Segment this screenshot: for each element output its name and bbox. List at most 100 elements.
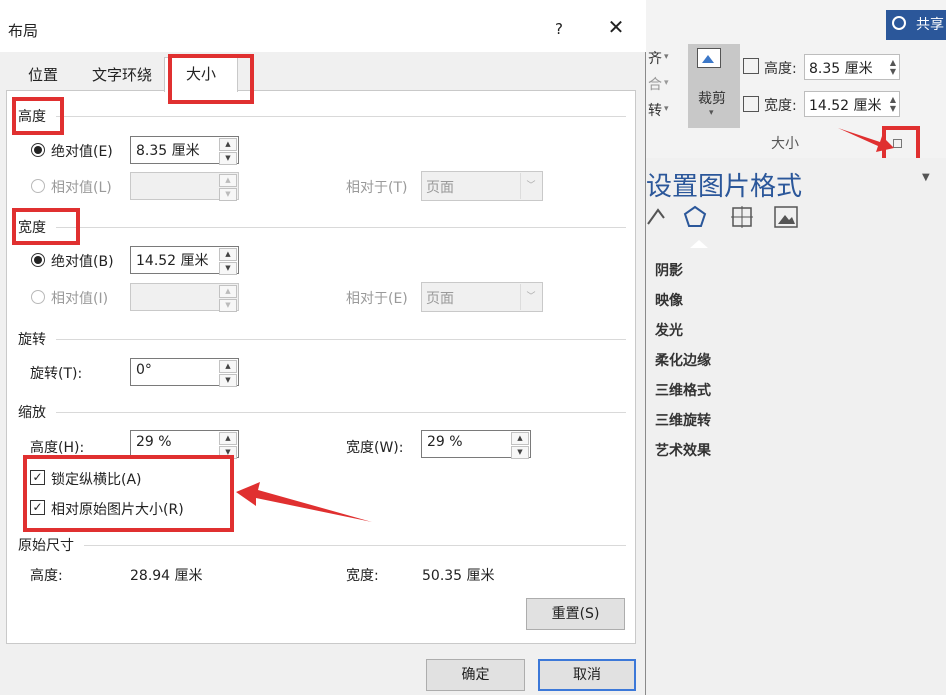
- pane-item-glow[interactable]: 发光: [655, 320, 683, 340]
- pane-item-3d-rotation[interactable]: 三维旋转: [655, 410, 711, 430]
- width-relative-radio[interactable]: [31, 290, 45, 304]
- original-size-section-title: 原始尺寸: [18, 538, 74, 554]
- width-absolute-label: 绝对值(B): [51, 254, 114, 270]
- spinner-arrows-icon: ▲ ▼: [889, 58, 896, 76]
- scale-height-input[interactable]: 29 % ▲ ▼: [130, 430, 239, 459]
- spinner-arrows-icon[interactable]: ▲ ▼: [219, 248, 237, 275]
- reset-button[interactable]: 重置(S): [526, 598, 625, 630]
- width-relative-to-value: 页面: [426, 291, 454, 307]
- section-divider: [56, 339, 626, 340]
- shape-width-icon: [743, 96, 759, 112]
- tab-size-highlight-box: [168, 54, 254, 104]
- section-divider: [56, 116, 626, 117]
- ok-button[interactable]: 确定: [426, 659, 525, 691]
- height-relative-to-value: 页面: [426, 180, 454, 196]
- spinner-arrows-icon[interactable]: ▲ ▼: [219, 138, 237, 165]
- pane-item-soft-edges[interactable]: 柔化边缘: [655, 350, 711, 370]
- original-height-label: 高度:: [30, 568, 63, 584]
- width-absolute-value: 14.52 厘米: [136, 253, 209, 269]
- pane-options-icon[interactable]: ▼: [922, 172, 930, 183]
- effects-icon[interactable]: [682, 204, 708, 230]
- user-icon: [892, 16, 906, 30]
- original-height-value: 28.94 厘米: [130, 568, 203, 584]
- ribbon-height-value: 8.35 厘米: [809, 61, 873, 77]
- ribbon-group-label: 大小: [771, 136, 799, 152]
- pane-item-artistic-effects[interactable]: 艺术效果: [655, 440, 711, 460]
- cancel-button[interactable]: 取消: [538, 659, 636, 691]
- height-absolute-value: 8.35 厘米: [136, 143, 200, 159]
- ribbon-fragment-group: 合: [648, 77, 662, 93]
- height-relative-radio[interactable]: [31, 179, 45, 193]
- chevron-down-icon: ﹀: [520, 284, 541, 310]
- shape-height-icon: [743, 58, 759, 74]
- height-absolute-label: 绝对值(E): [51, 144, 113, 160]
- dialog-title: 布局: [8, 22, 39, 40]
- scale-width-value: 29 %: [427, 434, 463, 450]
- section-divider: [56, 412, 626, 413]
- chevron-down-icon: ▾: [664, 104, 669, 114]
- height-section-highlight-box: [12, 97, 64, 135]
- height-relative-to-label: 相对于(T): [346, 180, 408, 196]
- height-relative-to-select[interactable]: 页面 ﹀: [421, 171, 543, 201]
- fill-line-icon[interactable]: [646, 204, 672, 230]
- ribbon-width-label: 宽度:: [764, 98, 797, 114]
- scale-height-value: 29 %: [136, 434, 172, 450]
- rotate-label: 旋转(T):: [30, 366, 83, 382]
- ribbon-fragment-align: 齐: [648, 51, 662, 67]
- tab-text-wrapping[interactable]: 文字环绕: [80, 60, 164, 91]
- chevron-down-icon: ▾: [664, 78, 669, 88]
- ribbon-height-input[interactable]: 8.35 厘米 ▲ ▼: [804, 54, 900, 80]
- height-absolute-input[interactable]: 8.35 厘米 ▲ ▼: [130, 136, 239, 165]
- width-relative-to-select[interactable]: 页面 ﹀: [421, 282, 543, 312]
- width-section-highlight-box: [12, 208, 80, 245]
- crop-label: 裁剪: [698, 91, 726, 107]
- spinner-arrows-icon: ▲ ▼: [889, 95, 896, 113]
- size-properties-icon[interactable]: [729, 204, 755, 230]
- share-label: 共享: [916, 17, 944, 33]
- height-relative-label: 相对值(L): [51, 180, 112, 196]
- spinner-arrows-icon: ▲ ▼: [219, 285, 237, 312]
- pane-title: 设置图片格式: [646, 172, 803, 202]
- chevron-down-icon: ﹀: [520, 173, 541, 199]
- width-absolute-input[interactable]: 14.52 厘米 ▲ ▼: [130, 246, 239, 275]
- scale-section-title: 缩放: [18, 405, 46, 421]
- rotate-section-title: 旋转: [18, 332, 46, 348]
- width-relative-input[interactable]: ▲ ▼: [130, 283, 239, 312]
- help-button[interactable]: ?: [552, 20, 566, 38]
- rotate-input[interactable]: 0° ▲ ▼: [130, 358, 239, 387]
- close-icon[interactable]: ✕: [606, 16, 626, 38]
- rotate-value: 0°: [136, 362, 152, 378]
- ribbon-width-value: 14.52 厘米: [809, 98, 882, 114]
- layout-dialog: 布局 ? ✕ 位置 文字环绕 大小 高度 绝对值(E) 8.35 厘米 ▲ ▼ 相…: [0, 0, 646, 695]
- chevron-down-icon: ▾: [709, 108, 714, 118]
- pane-item-3d-format[interactable]: 三维格式: [655, 380, 711, 400]
- spinner-arrows-icon[interactable]: ▲ ▼: [511, 432, 529, 459]
- original-width-label: 宽度:: [346, 568, 379, 584]
- width-absolute-radio[interactable]: [31, 253, 45, 267]
- original-width-value: 50.35 厘米: [422, 568, 495, 584]
- section-divider: [84, 545, 626, 546]
- scale-height-label: 高度(H):: [30, 440, 85, 456]
- scale-width-input[interactable]: 29 % ▲ ▼: [421, 430, 531, 459]
- pane-item-reflection[interactable]: 映像: [655, 290, 683, 310]
- checkbox-highlight-box: [23, 455, 234, 532]
- width-relative-label: 相对值(I): [51, 291, 109, 307]
- arrow-to-launcher-annotation: [838, 128, 894, 152]
- tab-position[interactable]: 位置: [18, 60, 68, 91]
- active-tab-caret: [690, 236, 708, 248]
- ribbon-height-label: 高度:: [764, 61, 797, 77]
- section-divider: [56, 227, 626, 228]
- pane-item-shadow[interactable]: 阴影: [655, 260, 683, 280]
- width-relative-to-label: 相对于(E): [346, 291, 408, 307]
- dialog-titlebar[interactable]: [0, 0, 646, 52]
- spinner-arrows-icon[interactable]: ▲ ▼: [219, 432, 237, 459]
- crop-icon: [697, 48, 721, 68]
- height-relative-input[interactable]: ▲ ▼: [130, 172, 239, 201]
- chevron-down-icon: ▾: [664, 52, 669, 62]
- picture-icon[interactable]: [773, 204, 799, 230]
- spinner-arrows-icon[interactable]: ▲ ▼: [219, 360, 237, 387]
- ribbon-fragment-rotate: 转: [648, 103, 662, 119]
- arrow-to-checkboxes-annotation: [236, 482, 372, 522]
- ribbon-width-input[interactable]: 14.52 厘米 ▲ ▼: [804, 91, 900, 117]
- height-absolute-radio[interactable]: [31, 143, 45, 157]
